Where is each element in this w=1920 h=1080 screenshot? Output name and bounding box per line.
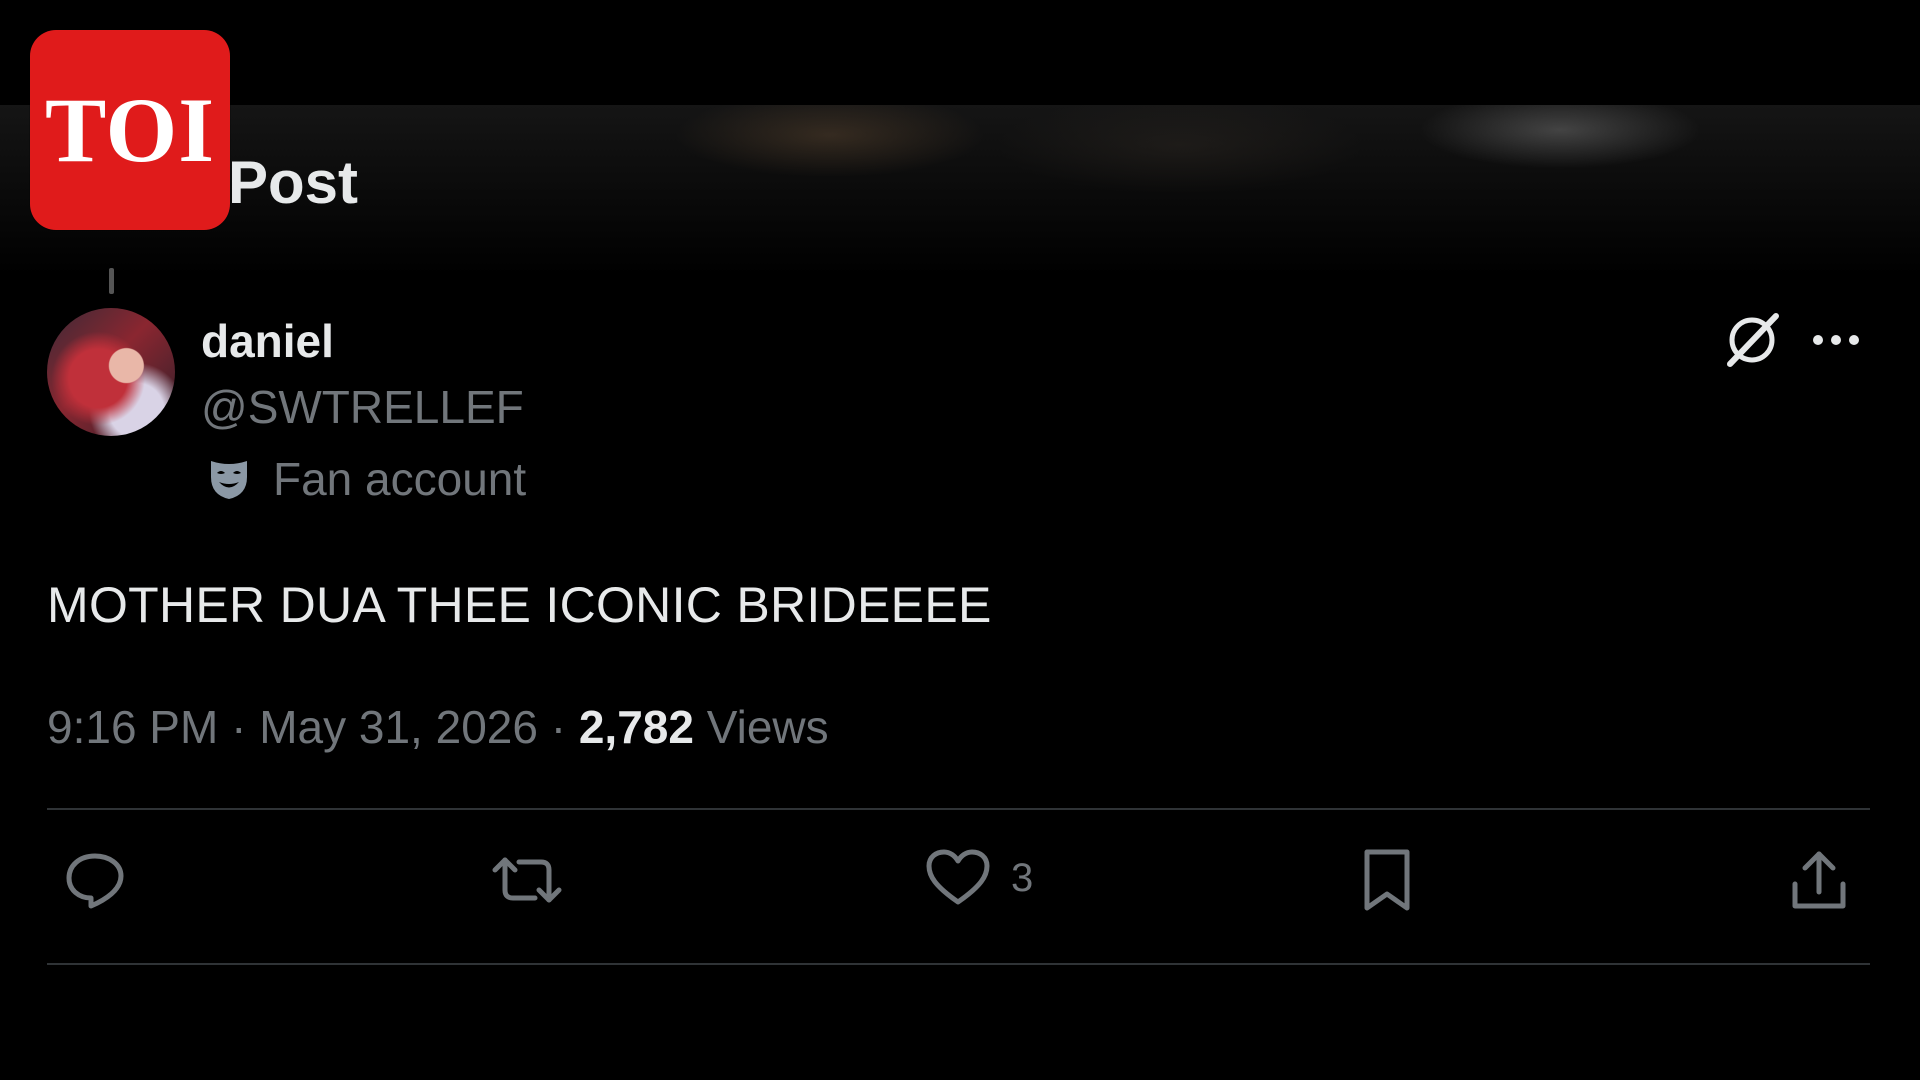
repost-button[interactable]: [489, 848, 565, 912]
action-bar: 3: [47, 810, 1870, 965]
like-count: 3: [1011, 855, 1034, 900]
account-label: Fan account: [205, 452, 526, 506]
tweet-text: MOTHER DUA THEE ICONIC BRIDEEEE: [47, 577, 992, 633]
heart-icon: [926, 849, 990, 905]
more-icon[interactable]: [1810, 318, 1862, 362]
reply-button[interactable]: [63, 848, 127, 912]
thread-connector-line: [109, 268, 114, 294]
toi-logo-text: TOI: [44, 79, 216, 181]
share-icon: [1792, 851, 1846, 909]
page-title: Post: [228, 149, 359, 216]
account-label-text: Fan account: [273, 453, 527, 505]
reply-icon: [66, 853, 124, 909]
views-label: Views: [706, 701, 829, 753]
author-display-name[interactable]: daniel: [201, 314, 334, 368]
divider-bottom: [47, 963, 1870, 965]
like-button[interactable]: 3: [925, 848, 1033, 908]
tweet-metadata: 9:16 PM · May 31, 2026 · 2,782 Views: [47, 700, 829, 754]
separator: ·: [231, 701, 247, 753]
share-button[interactable]: [1787, 848, 1851, 914]
tweet-date[interactable]: May 31, 2026: [259, 701, 538, 753]
bookmark-button[interactable]: [1359, 848, 1415, 914]
author-handle[interactable]: @SWTRELLEF: [201, 380, 524, 434]
bookmark-icon: [1364, 849, 1410, 911]
avatar[interactable]: [47, 308, 175, 436]
tweet-time[interactable]: 9:16 PM: [47, 701, 218, 753]
separator: ·: [550, 701, 567, 753]
grok-icon[interactable]: [1722, 310, 1782, 370]
theater-mask-icon: [205, 455, 253, 503]
toi-logo: TOI: [30, 30, 230, 230]
views-count: 2,782: [578, 701, 694, 753]
repost-icon: [492, 857, 562, 903]
